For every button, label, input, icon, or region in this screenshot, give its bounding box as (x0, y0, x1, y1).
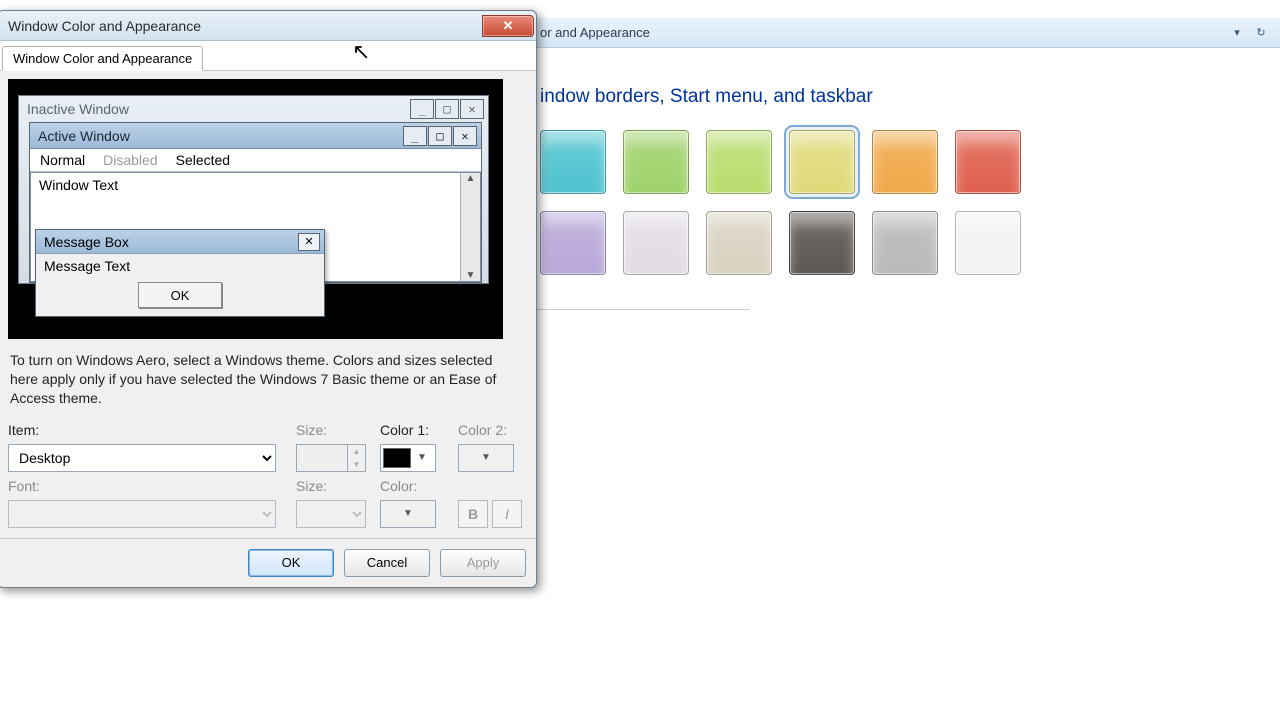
maximize-icon: □ (435, 99, 459, 119)
size-label: Size: (296, 422, 372, 438)
preview-menu: Normal Disabled Selected (30, 149, 481, 172)
msgbox-title: Message Box (44, 234, 129, 250)
close-icon: ✕ (460, 99, 484, 119)
color-swatch[interactable] (789, 211, 855, 275)
color-swatch[interactable] (540, 130, 606, 194)
color1-swatch (383, 448, 411, 468)
window-text: Window Text (31, 173, 480, 197)
control-panel-title: or and Appearance (540, 25, 650, 40)
font-color-picker: ▼ (380, 500, 436, 528)
color-swatch[interactable] (955, 211, 1021, 275)
size2-label: Size: (296, 478, 372, 494)
info-note: To turn on Windows Aero, select a Window… (10, 351, 505, 408)
spin-down-icon: ▼ (348, 458, 365, 471)
preview-area: Inactive Window _ □ ✕ Active Window _ □ … (8, 79, 503, 339)
color2-picker: ▼ (458, 444, 514, 472)
color-swatch[interactable] (706, 130, 772, 194)
font-label: Font: (8, 478, 288, 494)
color-swatch[interactable] (789, 130, 855, 194)
item-label: Item: (8, 422, 288, 438)
tab-strip: Window Color and Appearance (0, 41, 536, 71)
minimize-icon: _ (403, 126, 427, 146)
color-swatch[interactable] (623, 130, 689, 194)
msgbox-text: Message Text (36, 254, 324, 282)
tab-appearance[interactable]: Window Color and Appearance (2, 46, 203, 71)
ok-button[interactable]: OK (248, 549, 334, 577)
apply-button[interactable]: Apply (440, 549, 526, 577)
color-swatch[interactable] (872, 211, 938, 275)
preview-active-window: Active Window _ □ ✕ Normal Disabled Sele… (29, 122, 482, 283)
page-heading: indow borders, Start menu, and taskbar (540, 86, 1240, 108)
color-swatch[interactable] (706, 211, 772, 275)
inactive-window-title: Inactive Window (27, 101, 129, 117)
preview-inactive-window: Inactive Window _ □ ✕ Active Window _ □ … (18, 95, 489, 284)
italic-button: I (492, 500, 522, 528)
close-button[interactable]: ✕ (482, 15, 534, 37)
chevron-down-icon: ▼ (461, 452, 511, 463)
maximize-icon: □ (428, 126, 452, 146)
chevron-down-icon: ▼ (411, 452, 433, 463)
color-swatch[interactable] (872, 130, 938, 194)
dialog-titlebar[interactable]: Window Color and Appearance ✕ (0, 11, 536, 41)
preview-message-box: Message Box ✕ Message Text OK (35, 229, 325, 317)
size-input (297, 445, 347, 471)
color-swatch[interactable] (623, 211, 689, 275)
font-combo (8, 500, 276, 528)
settings-form: Item: Size: Color 1: Color 2: Desktop ▲▼… (8, 422, 526, 528)
color-label: Color: (380, 478, 450, 494)
dialog-title: Window Color and Appearance (8, 18, 201, 34)
scroll-down-icon: ▼ (466, 270, 476, 281)
menu-normal: Normal (40, 152, 85, 168)
item-combo[interactable]: Desktop (8, 444, 276, 472)
color-swatch[interactable] (955, 130, 1021, 194)
minimize-icon: _ (410, 99, 434, 119)
color1-picker[interactable]: ▼ (380, 444, 436, 472)
color1-label: Color 1: (380, 422, 450, 438)
refresh-icon[interactable]: ↻ (1250, 24, 1272, 42)
dropdown-icon[interactable]: ▾ (1226, 24, 1248, 42)
dialog-footer: OK Cancel Apply (0, 538, 536, 587)
msgbox-ok-button: OK (138, 282, 222, 308)
menu-selected: Selected (176, 152, 230, 168)
dialog-body: Inactive Window _ □ ✕ Active Window _ □ … (0, 71, 536, 538)
size-spinner: ▲▼ (296, 444, 366, 472)
color-swatch[interactable] (540, 211, 606, 275)
appearance-dialog: Window Color and Appearance ✕ ↖ Window C… (0, 10, 537, 588)
font-size-combo (296, 500, 366, 528)
preview-textarea: Window Text ▲▼ Message Box ✕ Message Tex… (30, 172, 481, 282)
cancel-button[interactable]: Cancel (344, 549, 430, 577)
bold-button: B (458, 500, 488, 528)
scroll-up-icon: ▲ (466, 173, 476, 184)
color-swatch-grid (540, 130, 1080, 275)
chevron-down-icon: ▼ (383, 508, 433, 519)
menu-disabled: Disabled (103, 152, 157, 168)
close-icon: ✕ (453, 126, 477, 146)
active-window-title: Active Window (38, 128, 130, 144)
close-icon: ✕ (298, 233, 320, 251)
spin-up-icon: ▲ (348, 445, 365, 458)
scrollbar: ▲▼ (460, 173, 480, 281)
color2-label: Color 2: (458, 422, 528, 438)
